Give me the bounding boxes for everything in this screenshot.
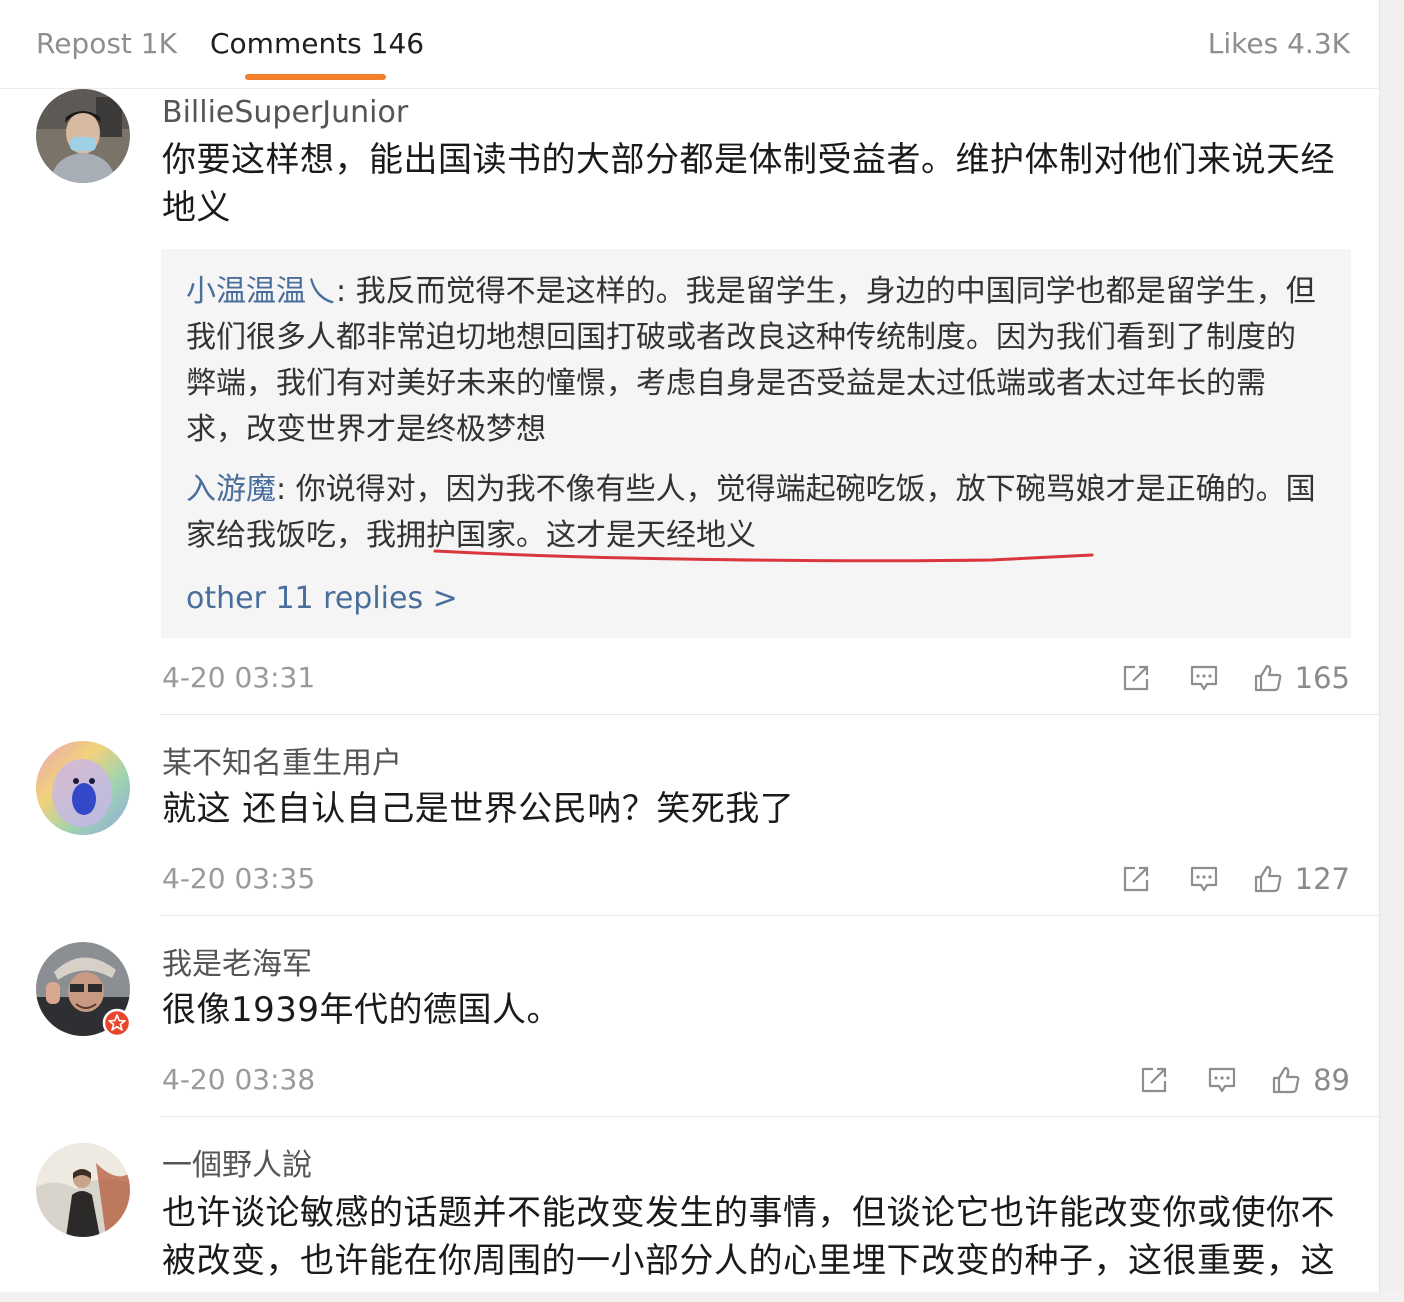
tab-repost[interactable]: Repost 1K bbox=[36, 26, 177, 62]
comment-icon[interactable] bbox=[1207, 1065, 1237, 1095]
reply-text: 你说得对，因为我不像有些人，觉得端起碗吃饭，放下碗骂娘才是正确的。国家给我饭吃，… bbox=[186, 472, 1316, 553]
verified-badge-icon bbox=[102, 1008, 132, 1038]
comment-divider bbox=[160, 714, 1380, 715]
comment-icon[interactable] bbox=[1189, 663, 1219, 693]
like-icon[interactable] bbox=[1253, 864, 1283, 894]
like-icon[interactable] bbox=[1271, 1065, 1301, 1095]
timestamp: 4-20 03:38 bbox=[162, 1063, 316, 1096]
tab-bar: Repost 1K Comments 146 Likes 4.3K bbox=[0, 0, 1380, 89]
timestamp: 4-20 03:35 bbox=[162, 862, 316, 895]
timestamp: 4-20 03:31 bbox=[162, 661, 316, 694]
avatar[interactable] bbox=[36, 741, 130, 835]
comment-divider bbox=[160, 915, 1380, 916]
reply-separator: : bbox=[336, 274, 356, 309]
share-icon[interactable] bbox=[1139, 1065, 1169, 1095]
username[interactable]: 我是老海军 bbox=[162, 946, 312, 984]
reply-item: 小温温温乀: 我反而觉得不是这样的。我是留学生，身边的中国同学也都是留学生，但我… bbox=[186, 269, 1321, 453]
share-icon[interactable] bbox=[1121, 663, 1151, 693]
red-underline-annotation bbox=[433, 549, 1094, 563]
comment-divider bbox=[160, 1116, 1380, 1117]
comment-text: 就这 还自认自己是世界公民呐？笑死我了 bbox=[162, 789, 795, 829]
like-count: 127 bbox=[1294, 862, 1350, 896]
reply-separator: : bbox=[276, 472, 296, 507]
active-tab-indicator bbox=[245, 74, 386, 80]
comment-text: 也许谈论敏感的话题并不能改变发生的事情，但谈论它也许能改变你或使你不被改变，也许… bbox=[162, 1193, 1335, 1281]
username[interactable]: 一個野人說 bbox=[162, 1147, 312, 1185]
like-icon[interactable] bbox=[1253, 663, 1283, 693]
username[interactable]: BillieSuperJunior bbox=[162, 94, 408, 132]
reply-username[interactable]: 入游魔 bbox=[186, 472, 276, 507]
like-count: 165 bbox=[1294, 661, 1350, 695]
reply-username[interactable]: 小温温温乀 bbox=[186, 274, 336, 309]
like-count: 89 bbox=[1313, 1063, 1350, 1097]
comment-actions: 127 bbox=[1121, 861, 1350, 897]
more-replies-link[interactable]: other 11 replies > bbox=[186, 579, 458, 619]
username[interactable]: 某不知名重生用户 bbox=[162, 745, 402, 783]
comment-actions: 89 bbox=[1139, 1062, 1350, 1098]
scrollbar-track bbox=[1379, 0, 1404, 1302]
avatar[interactable] bbox=[36, 89, 130, 183]
tab-likes[interactable]: Likes 4.3K bbox=[1208, 26, 1350, 62]
avatar[interactable] bbox=[36, 1143, 130, 1237]
bottom-edge bbox=[0, 1292, 1404, 1302]
comment-text: 很像1939年代的德国人。 bbox=[162, 990, 562, 1030]
comment-icon[interactable] bbox=[1189, 864, 1219, 894]
comment-actions: 165 bbox=[1121, 660, 1350, 696]
comment-text: 你要这样想，能出国读书的大部分都是体制受益者。维护体制对他们来说天经地义 bbox=[162, 140, 1335, 228]
share-icon[interactable] bbox=[1121, 864, 1151, 894]
tab-comments[interactable]: Comments 146 bbox=[210, 26, 424, 62]
reply-text: 我反而觉得不是这样的。我是留学生，身边的中国同学也都是留学生，但我们很多人都非常… bbox=[186, 274, 1316, 447]
replies-box: 小温温温乀: 我反而觉得不是这样的。我是留学生，身边的中国同学也都是留学生，但我… bbox=[161, 249, 1351, 638]
